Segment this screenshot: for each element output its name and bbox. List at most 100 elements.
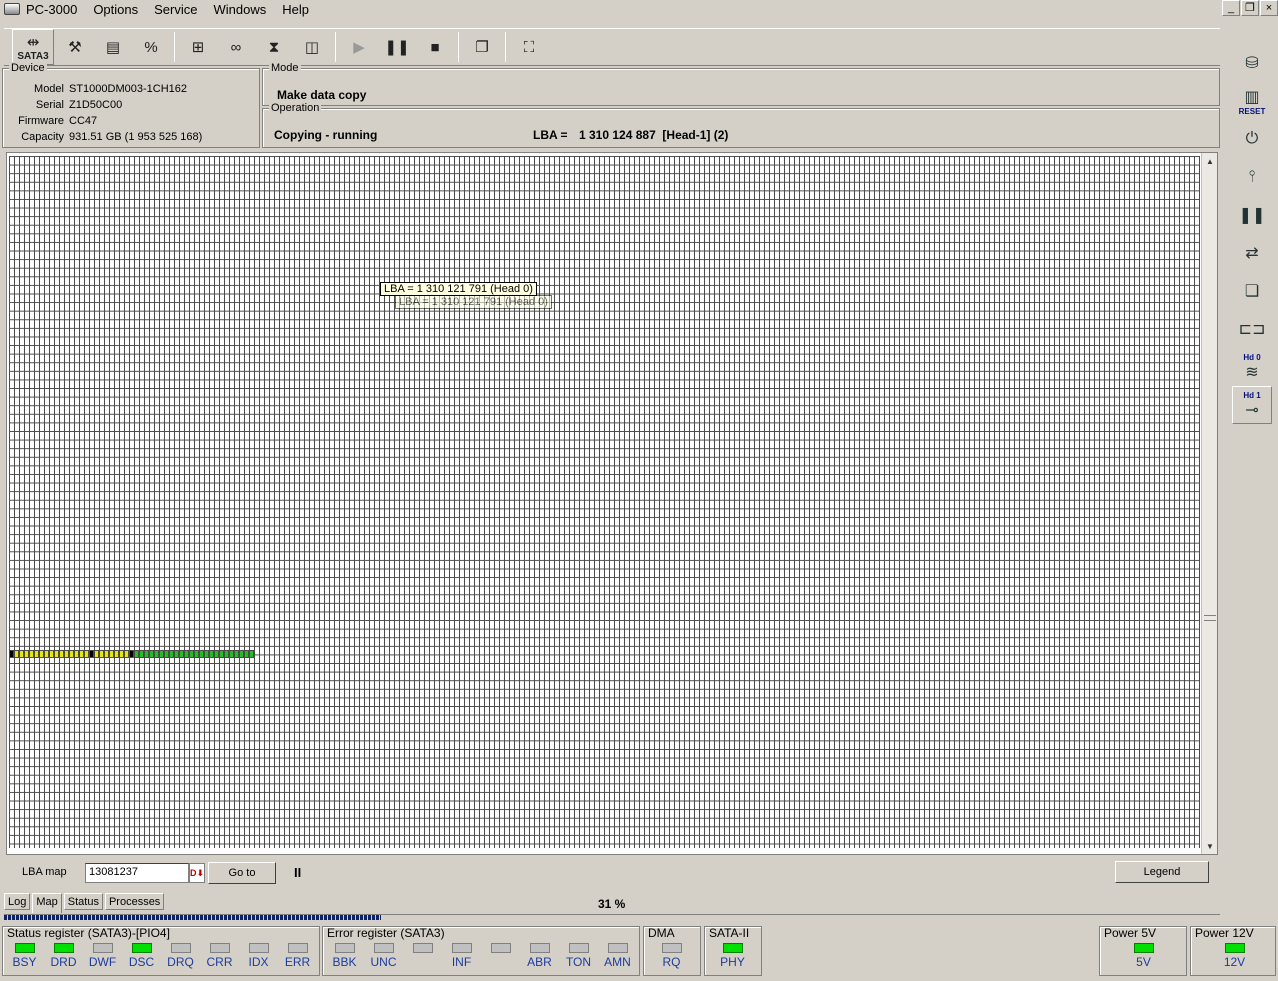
firmware-label: Firmware: [18, 115, 64, 127]
tab-processes[interactable]: Processes: [104, 893, 165, 910]
tab-log[interactable]: Log: [4, 893, 31, 910]
sector-block: [249, 650, 254, 658]
operation-title: Operation: [269, 102, 322, 114]
sata2-panel: SATA-II PHY: [704, 926, 762, 976]
percent-icon[interactable]: %: [134, 30, 168, 64]
toolbar-separator: [335, 32, 336, 62]
copy-cancel-icon[interactable]: ❏: [1232, 272, 1272, 310]
windows-icon[interactable]: ❐: [465, 30, 499, 64]
register-bit: 5V: [1124, 943, 1163, 969]
head0-button[interactable]: Hd 0 ≋: [1232, 348, 1272, 386]
power5-title: Power 5V: [1104, 926, 1157, 940]
device-title: Device: [9, 62, 47, 74]
head1-button[interactable]: Hd 1 ⊸: [1232, 386, 1272, 424]
progress-percent: 31 %: [598, 897, 626, 911]
serial-value: Z1D50C00: [69, 99, 123, 111]
menu-windows[interactable]: Windows: [213, 2, 266, 17]
transfer-icon[interactable]: ⇄: [1232, 234, 1272, 272]
scroll-down-icon[interactable]: ▼: [1202, 838, 1218, 854]
register-bit-label: BSY: [12, 955, 37, 969]
hourglass-icon[interactable]: ⧗: [257, 30, 291, 64]
disk-icon[interactable]: ◫: [295, 30, 329, 64]
menu-help[interactable]: Help: [282, 2, 309, 17]
map-pause-button[interactable]: II: [294, 865, 301, 880]
scroll-thumb[interactable]: [1204, 615, 1216, 621]
status-register-panel: Status register (SATA3)-[PIO4] BSY DRD DWF…: [2, 926, 320, 976]
sector-block-grid[interactable]: [9, 156, 1200, 848]
menu-service[interactable]: Service: [154, 2, 197, 17]
restore-button[interactable]: ❐: [1241, 0, 1259, 16]
capacity-row: Capacity 931.51 GB (1 953 525 168): [3, 129, 259, 145]
firmware-value: CC47: [69, 115, 98, 127]
power-off-icon[interactable]: ⏻: [1232, 120, 1272, 158]
scroll-up-icon[interactable]: ▲: [1202, 153, 1218, 169]
pin-icon[interactable]: ⫯: [1232, 158, 1272, 196]
led-indicator: [607, 943, 628, 953]
right-toolbar: ⛁ ▥ RESET ⏻ ⫯ ❚❚ ⇄ ❏ ⊏⊐ Hd 0 ≋ Hd 1 ⊸: [1232, 44, 1276, 444]
pause-icon[interactable]: ❚❚: [1232, 196, 1272, 234]
progress-fill: [4, 915, 381, 920]
app-title[interactable]: PC-3000: [26, 2, 77, 17]
led-indicator: [334, 943, 355, 953]
play-icon[interactable]: ▶: [342, 30, 376, 64]
lba-map-view[interactable]: LBA = 1 310 121 791 (Head 0) LBA = 1 310…: [6, 152, 1218, 855]
connector-icon[interactable]: ⊏⊐: [1232, 310, 1272, 348]
register-bit-label: BBK: [332, 955, 357, 969]
led-indicator: [14, 943, 35, 953]
register-bit: RQ: [652, 943, 691, 969]
register-bit-label: DRD: [50, 955, 77, 969]
status-register-title: Status register (SATA3)-[PIO4]: [7, 926, 170, 940]
legend-button[interactable]: Legend: [1115, 861, 1209, 883]
reset-button[interactable]: ▥ RESET: [1232, 82, 1272, 120]
register-bit: PHY: [713, 943, 752, 969]
sata2-title: SATA-II: [709, 926, 750, 940]
tree-icon[interactable]: ⊞: [181, 30, 215, 64]
register-bit-label: DRQ: [167, 955, 194, 969]
led-indicator: [248, 943, 269, 953]
drive-info-icon[interactable]: ▤: [96, 30, 130, 64]
register-bit: IDX: [239, 943, 278, 969]
register-bit: [403, 943, 442, 969]
dma-bits: RQ: [652, 943, 691, 969]
register-bit-label: DSC: [128, 955, 155, 969]
led-indicator: [209, 943, 230, 953]
tools-icon[interactable]: ⚒: [58, 30, 92, 64]
sata-port-button[interactable]: ⇹ SATA3: [12, 29, 54, 65]
close-button[interactable]: ×: [1260, 0, 1278, 16]
power12-panel: Power 12V 12V: [1190, 926, 1276, 976]
toolbar-separator: [174, 32, 175, 62]
lba-dropdown-icon[interactable]: D⬇: [189, 863, 205, 883]
progress-bar: [4, 914, 1220, 920]
capacity-label: Capacity: [21, 131, 64, 143]
register-bit: DSC: [122, 943, 161, 969]
database-icon[interactable]: ⛁: [1232, 44, 1272, 82]
led-indicator: [661, 943, 682, 953]
register-bit: BSY: [5, 943, 44, 969]
operation-panel: Operation Copying - running LBA = 1 310 …: [262, 102, 1220, 148]
register-bit-label: TON: [565, 955, 592, 969]
lba-tooltip: LBA = 1 310 121 791 (Head 0): [380, 282, 537, 296]
tab-status[interactable]: Status: [63, 893, 103, 910]
map-scrollbar[interactable]: ▲ ▼: [1201, 153, 1217, 854]
tab-map[interactable]: Map: [32, 893, 62, 913]
register-bit: DRD: [44, 943, 83, 969]
capacity-value: 931.51 GB (1 953 525 168): [69, 131, 203, 143]
led-indicator: [1133, 943, 1154, 953]
main-toolbar: ⇹ SATA3 ⚒ ▤ % ⊞ ∞ ⧗ ◫ ▶ ❚❚ ■ ❐ ⛶: [4, 28, 1220, 66]
binoculars-icon[interactable]: ∞: [219, 30, 253, 64]
minimize-button[interactable]: _: [1222, 0, 1240, 16]
goto-button[interactable]: Go to: [208, 862, 276, 884]
register-bit-label: CRR: [206, 955, 233, 969]
operation-status: Copying - running: [274, 128, 378, 142]
exit-icon[interactable]: ⛶: [512, 30, 546, 64]
app-icon[interactable]: [4, 3, 20, 15]
stop-icon[interactable]: ■: [418, 30, 452, 64]
model-value: ST1000DM003-1CH162: [69, 83, 188, 95]
register-bit: DRQ: [161, 943, 200, 969]
lba-input[interactable]: 13081237: [85, 863, 189, 883]
register-bit: UNC: [364, 943, 403, 969]
menu-options[interactable]: Options: [93, 2, 138, 17]
model-row: Model ST1000DM003-1CH162: [3, 81, 259, 97]
led-indicator: [131, 943, 152, 953]
pause-icon[interactable]: ❚❚: [380, 30, 414, 64]
